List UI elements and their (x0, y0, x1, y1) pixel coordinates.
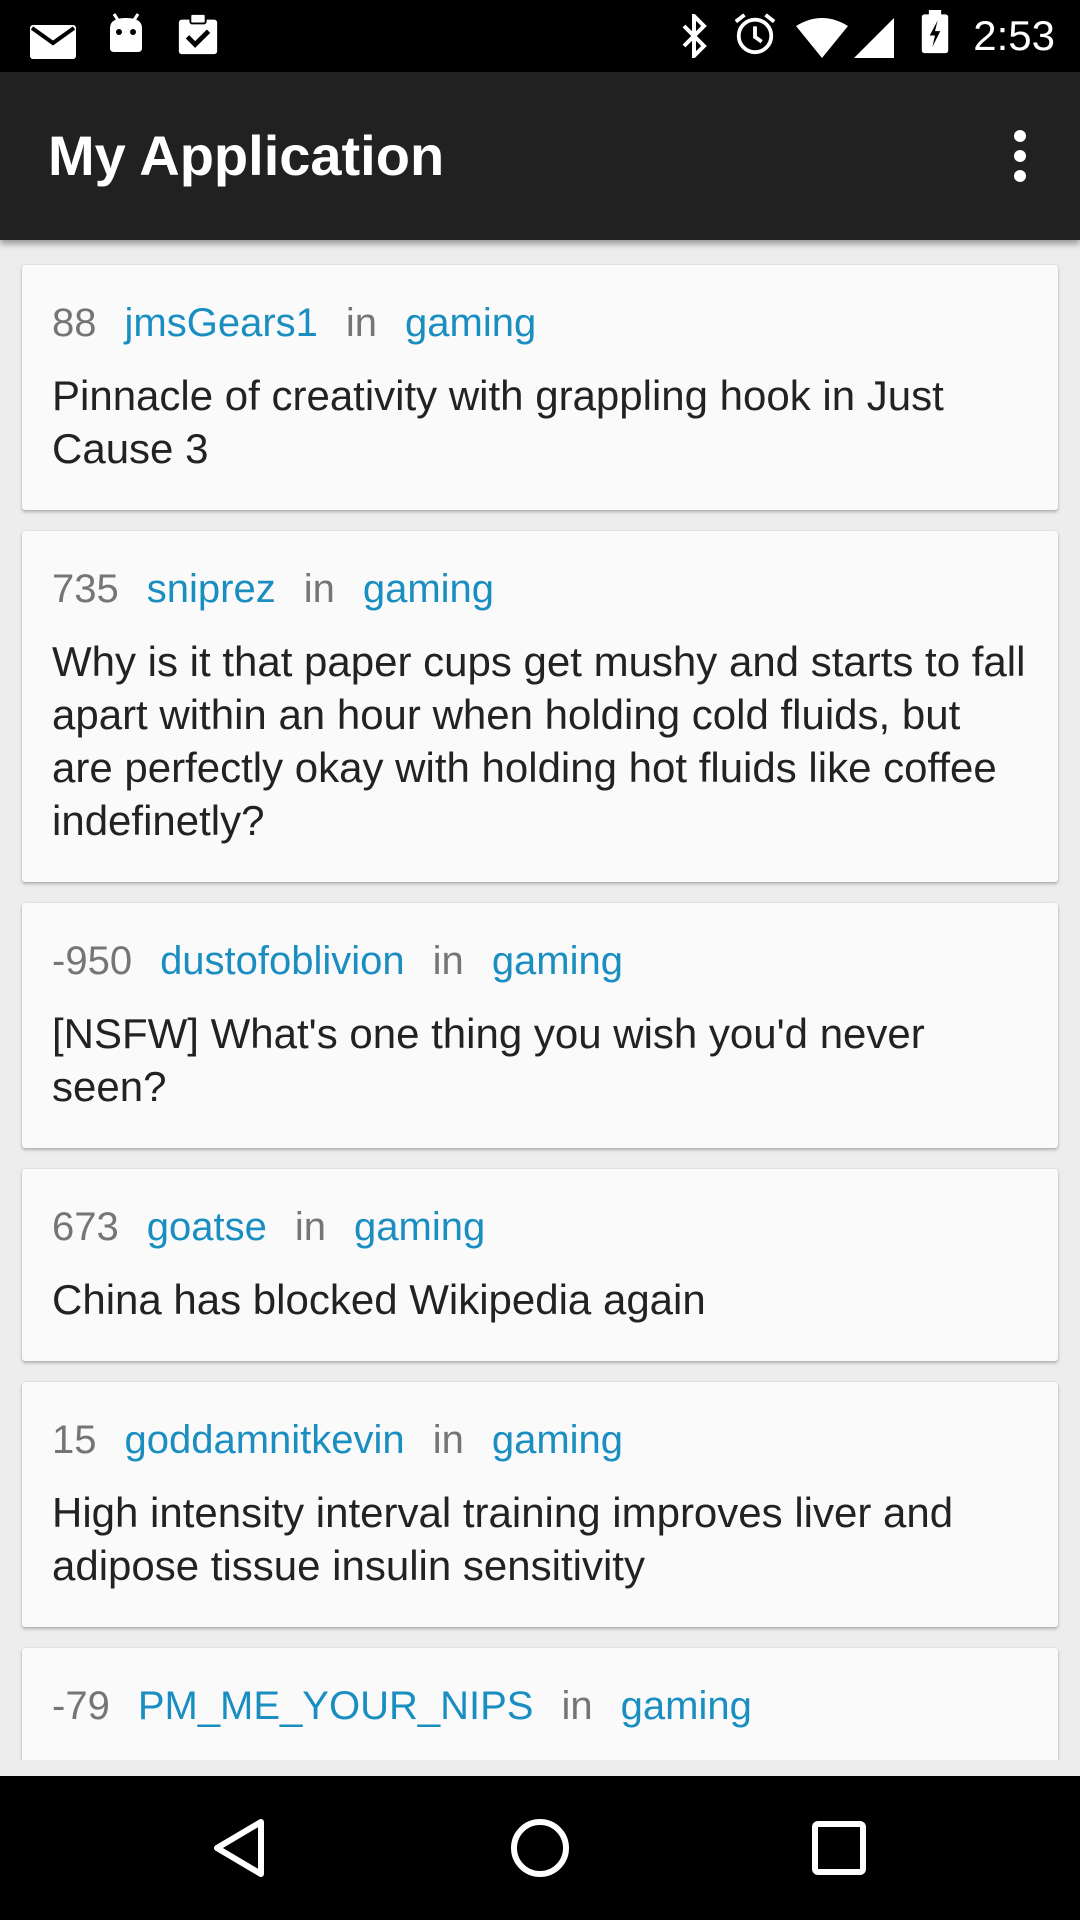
post-author[interactable]: jmsGears1 (125, 299, 318, 347)
navigation-bar (0, 1776, 1080, 1920)
home-icon[interactable] (504, 1812, 576, 1884)
post-meta: 735 sniprez in gaming (52, 565, 522, 613)
post-in-label: in (432, 939, 464, 983)
more-vert-icon[interactable] (984, 120, 1056, 192)
post-meta: 88 jmsGears1 in gaming (52, 299, 564, 347)
post-title: High intensity interval training improve… (52, 1489, 954, 1589)
post-score: 88 (52, 301, 97, 345)
battery-charging-icon (921, 10, 949, 54)
app-title: My Application (48, 124, 445, 187)
recents-icon[interactable] (803, 1812, 875, 1884)
post-meta: 673 goatse in gaming (52, 1203, 513, 1251)
post-card[interactable]: 88 jmsGears1 in gaming Pinnacle of creativi… (22, 265, 1058, 510)
post-in-label: in (345, 301, 378, 345)
post-card[interactable]: -950 dustofoblivion in gaming [NSFW] What's… (22, 903, 1058, 1148)
clipboard-check-icon (178, 12, 218, 55)
post-subreddit[interactable]: gaming (492, 1416, 623, 1464)
post-meta: 15 goddamnitkevin in gaming (52, 1416, 651, 1464)
status-bar: 2:53 (0, 0, 1080, 72)
post-in-label: in (294, 1205, 326, 1249)
post-subreddit[interactable]: gaming (363, 565, 494, 613)
post-title: Pinnacle of creativity with grappling ho… (52, 372, 944, 472)
bluetooth-icon (682, 14, 707, 58)
post-score: 673 (52, 1205, 119, 1249)
mail-icon (30, 25, 76, 59)
post-subreddit[interactable]: gaming (492, 937, 623, 985)
post-subreddit[interactable]: gaming (405, 299, 536, 347)
post-meta: -79 PM_ME_YOUR_NIPS in gaming (52, 1682, 780, 1730)
post-in-label: in (303, 567, 335, 611)
post-author[interactable]: goddamnitkevin (125, 1416, 405, 1464)
post-list[interactable]: 88 jmsGears1 in gaming Pinnacle of creativi… (0, 240, 1080, 1760)
post-card[interactable]: 15 goddamnitkevin in gaming High intensity … (22, 1382, 1058, 1627)
post-author[interactable]: goatse (147, 1203, 267, 1251)
post-author[interactable]: sniprez (147, 565, 276, 613)
wifi-icon (796, 18, 848, 58)
signal-icon (854, 18, 894, 58)
post-meta: -950 dustofoblivion in gaming (52, 937, 651, 985)
back-icon[interactable] (205, 1812, 277, 1884)
post-score: 15 (52, 1418, 97, 1462)
post-title: Why is it that paper cups get mushy and … (52, 638, 1026, 844)
status-time: 2:53 (973, 12, 1055, 59)
post-author[interactable]: dustofoblivion (160, 937, 405, 985)
post-card[interactable]: 673 goatse in gaming China has blocked Wiki… (22, 1169, 1058, 1361)
post-in-label: in (432, 1418, 464, 1462)
android-icon (110, 13, 142, 52)
post-card[interactable]: 735 sniprez in gaming Why is it that paper … (22, 531, 1058, 882)
post-title: [NSFW] What's one thing you wish you'd n… (52, 1010, 925, 1110)
app-bar: My Application (0, 72, 1080, 240)
post-subreddit[interactable]: gaming (354, 1203, 485, 1251)
post-card[interactable]: -79 PM_ME_YOUR_NIPS in gaming (22, 1648, 1058, 1760)
post-author[interactable]: PM_ME_YOUR_NIPS (138, 1682, 534, 1730)
post-score: -950 (52, 939, 133, 983)
post-title: China has blocked Wikipedia again (52, 1276, 706, 1323)
post-in-label: in (561, 1684, 593, 1728)
alarm-icon (734, 13, 776, 55)
post-score: -79 (52, 1684, 110, 1728)
post-subreddit[interactable]: gaming (621, 1682, 752, 1730)
post-score: 735 (52, 567, 119, 611)
